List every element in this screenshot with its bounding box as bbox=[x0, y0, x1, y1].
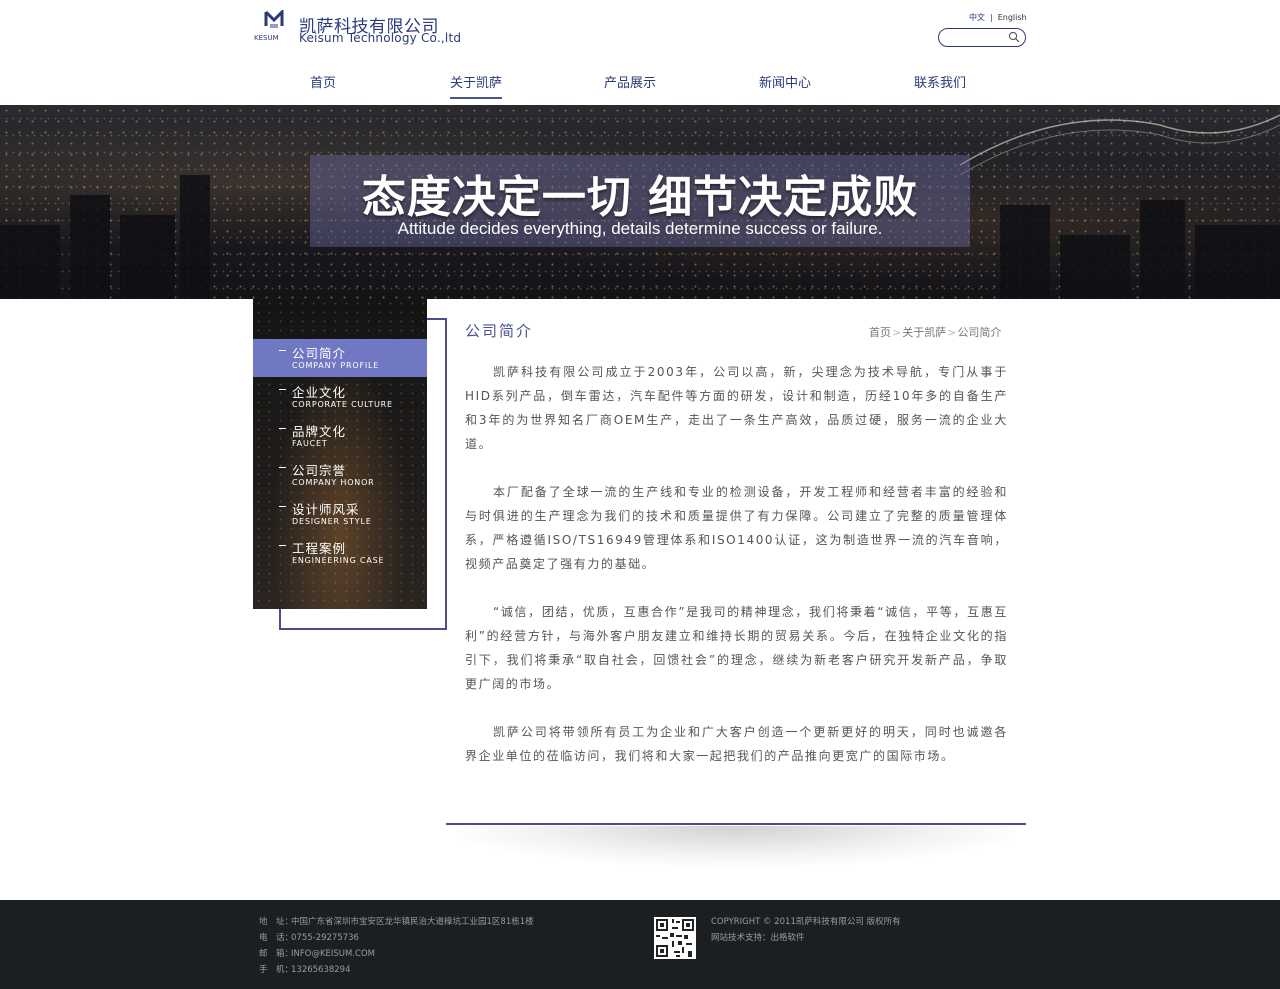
language-switch: 中文 | English bbox=[969, 12, 1027, 23]
dash-icon bbox=[279, 545, 286, 546]
sidebar-item-label: 企业文化 bbox=[292, 385, 347, 400]
footer-copyright-block: COPYRIGHT © 2011凯萨科技有限公司 版权所有 网站技术支持：出格软… bbox=[711, 914, 901, 946]
footer-email-label: 邮 箱： bbox=[259, 949, 294, 959]
footer-phone: 电 话：0755-29275736 bbox=[259, 930, 534, 946]
breadcrumb-home-link[interactable]: 首页 bbox=[869, 326, 891, 339]
dash-icon bbox=[279, 389, 286, 390]
footer-mobile-label: 手 机： bbox=[259, 965, 294, 975]
main-nav: 首页 关于凯萨 产品展示 新闻中心 联系我们 bbox=[254, 68, 1026, 99]
footer-email-value[interactable]: INFO@KEISUM.COM bbox=[291, 949, 375, 959]
content-divider bbox=[446, 823, 1026, 825]
sidebar-item-label: 工程案例 bbox=[292, 541, 347, 556]
footer-contact-info: 地 址：中国广东省深圳市宝安区龙华镇民治大道樟坑工业园1区81栋1楼 电 话：0… bbox=[259, 914, 534, 978]
footer-copyright: COPYRIGHT © 2011凯萨科技有限公司 版权所有 bbox=[711, 917, 901, 927]
company-logo[interactable]: KESUM 凯萨科技有限公司 Keisum Technology Co.,ltd bbox=[254, 10, 464, 46]
nav-item-about[interactable]: 关于凯萨 bbox=[450, 72, 503, 99]
sidebar-item-label: 品牌文化 bbox=[292, 424, 347, 439]
banner-slogan-box: 态度决定一切 细节决定成败 Attitude decides everythin… bbox=[310, 155, 970, 247]
footer-address-value: 中国广东省深圳市宝安区龙华镇民治大道樟坑工业园1区81栋1楼 bbox=[291, 917, 534, 927]
footer-address: 地 址：中国广东省深圳市宝安区龙华镇民治大道樟坑工业园1区81栋1楼 bbox=[259, 914, 534, 930]
footer-tech-support[interactable]: 网站技术支持：出格软件 bbox=[711, 930, 901, 946]
footer-phone-label: 电 话： bbox=[259, 933, 294, 943]
search-input[interactable] bbox=[947, 31, 1007, 43]
breadcrumb-current: 公司简介 bbox=[957, 326, 1002, 339]
sidebar-item-sublabel: COMPANY PROFILE bbox=[292, 361, 380, 370]
paragraph: 凯萨公司将带领所有员工为企业和广大客户创造一个更新更好的明天，同时也诚邀各界企业… bbox=[465, 725, 1008, 763]
breadcrumb-separator: > bbox=[947, 326, 957, 339]
sidebar-item-company-profile[interactable]: 公司简介 COMPANY PROFILE bbox=[253, 339, 427, 377]
paragraph: 本厂配备了全球一流的生产线和专业的检测设备，开发工程师和经营者丰富的经验和与时俱… bbox=[465, 485, 1008, 571]
site-footer: 地 址：中国广东省深圳市宝安区龙华镇民治大道樟坑工业园1区81栋1楼 电 话：0… bbox=[0, 900, 1280, 989]
hero-banner: 态度决定一切 细节决定成败 Attitude decides everythin… bbox=[0, 105, 1280, 299]
banner-subtitle: Attitude decides everything, details det… bbox=[397, 219, 883, 238]
nav-item-news[interactable]: 新闻中心 bbox=[759, 72, 811, 91]
lang-separator: | bbox=[990, 13, 993, 22]
footer-email: 邮 箱：INFO@KEISUM.COM bbox=[259, 946, 534, 962]
sidebar-item-sublabel: FAUCET bbox=[292, 439, 328, 448]
nav-item-products[interactable]: 产品展示 bbox=[604, 72, 656, 91]
lang-chinese-link[interactable]: 中文 bbox=[969, 13, 985, 22]
sidebar-item-label: 设计师风采 bbox=[292, 502, 360, 517]
paragraph: “诚信，团结，优质，互惠合作”是我司的精神理念，我们将秉着“诚信，平等，互惠互利… bbox=[465, 605, 1008, 691]
sidebar-item-sublabel: CORPORATE CULTURE bbox=[292, 400, 393, 409]
logo-mark-icon: KESUM bbox=[254, 10, 284, 42]
dash-icon bbox=[279, 428, 286, 429]
dash-icon bbox=[279, 506, 286, 507]
sidebar-item-label: 公司简介 bbox=[292, 346, 347, 361]
qr-code-icon bbox=[654, 917, 696, 959]
lang-english-link[interactable]: English bbox=[998, 13, 1027, 22]
search-icon[interactable] bbox=[1008, 31, 1020, 43]
footer-phone-value: 0755-29275736 bbox=[291, 933, 359, 943]
logo-badge-text: KESUM bbox=[254, 34, 279, 42]
company-name-en: Keisum Technology Co.,ltd bbox=[299, 31, 462, 45]
sidebar-item-corporate-culture[interactable]: 企业文化 CORPORATE CULTURE bbox=[253, 378, 427, 416]
sidebar-item-sublabel: DESIGNER STYLE bbox=[292, 517, 372, 526]
nav-item-home[interactable]: 首页 bbox=[310, 72, 336, 91]
breadcrumb-about-link[interactable]: 关于凯萨 bbox=[902, 326, 946, 339]
site-header: KESUM 凯萨科技有限公司 Keisum Technology Co.,ltd… bbox=[0, 0, 1280, 105]
sidebar-item-company-honor[interactable]: 公司宗誉 COMPANY HONOR bbox=[253, 456, 427, 494]
sidebar-menu: 公司简介 COMPANY PROFILE 企业文化 CORPORATE CULT… bbox=[253, 299, 427, 609]
footer-mobile: 手 机：13265638294 bbox=[259, 962, 534, 978]
footer-address-label: 地 址： bbox=[259, 917, 294, 927]
sidebar-item-designer-style[interactable]: 设计师风采 DESIGNER STYLE bbox=[253, 495, 427, 533]
breadcrumb: 首页>关于凯萨>公司简介 bbox=[869, 324, 1001, 340]
sidebar-item-brand-culture[interactable]: 品牌文化 FAUCET bbox=[253, 417, 427, 455]
page-title: 公司简介 bbox=[465, 322, 534, 340]
paragraph: 凯萨科技有限公司成立于2003年，公司以高，新，尖理念为技术导航，专门从事于HI… bbox=[465, 365, 1008, 451]
banner-title: 态度决定一切 细节决定成败 bbox=[361, 172, 919, 223]
search-box bbox=[938, 28, 1026, 47]
nav-item-contact[interactable]: 联系我们 bbox=[914, 72, 966, 91]
sidebar-item-engineering-case[interactable]: 工程案例 ENGINEERING CASE bbox=[253, 534, 427, 572]
sidebar-item-label: 公司宗誉 bbox=[292, 463, 347, 478]
dash-icon bbox=[279, 350, 286, 351]
footer-mobile-value: 13265638294 bbox=[291, 965, 351, 975]
content-divider-shadow bbox=[456, 826, 1016, 866]
breadcrumb-separator: > bbox=[892, 326, 902, 339]
sidebar-item-sublabel: ENGINEERING CASE bbox=[292, 556, 385, 565]
dash-icon bbox=[279, 467, 286, 468]
company-profile-text: 凯萨科技有限公司成立于2003年，公司以高，新，尖理念为技术导航，专门从事于HI… bbox=[465, 360, 1008, 792]
sidebar-item-sublabel: COMPANY HONOR bbox=[292, 478, 375, 487]
